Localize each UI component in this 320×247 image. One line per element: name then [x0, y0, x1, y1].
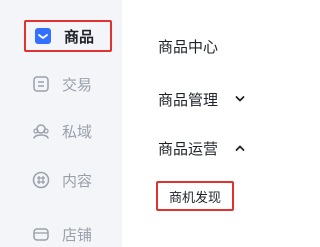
menu-item-label: 商品管理: [158, 90, 219, 109]
sidebar-item-label: 私域: [62, 122, 93, 141]
menu-item-opportunity-discovery[interactable]: 商机发现: [156, 181, 234, 211]
store-icon: [32, 225, 50, 243]
left-navigation: 商品 交易 私域 内容 店铺: [0, 0, 122, 247]
menu-item-label: 商品中心: [158, 37, 219, 56]
chevron-down-icon: [234, 93, 246, 105]
menu-item-label: 商品运营: [158, 139, 219, 158]
menu-item-product-operations[interactable]: 商品运营: [158, 136, 246, 160]
sidebar-item-label: 店铺: [62, 225, 93, 244]
menu-item-product-manage[interactable]: 商品管理: [158, 87, 246, 111]
product-icon: [34, 27, 52, 45]
menu-item-label: 商机发现: [168, 190, 221, 206]
content-icon: [32, 171, 50, 189]
sidebar-item-label: 内容: [62, 171, 93, 190]
sidebar-item-label: 交易: [62, 75, 93, 94]
trade-icon: [32, 75, 50, 93]
chevron-up-icon: [234, 142, 246, 154]
private-domain-icon: [32, 122, 50, 140]
sidebar-item-product[interactable]: 商品: [24, 20, 112, 52]
sidebar-item-store[interactable]: 店铺: [24, 218, 112, 247]
sidebar-item-content[interactable]: 内容: [24, 164, 112, 196]
menu-item-product-center[interactable]: 商品中心: [158, 34, 218, 58]
sidebar-item-label: 商品: [64, 27, 95, 46]
sidebar-item-trade[interactable]: 交易: [24, 68, 112, 100]
submenu-panel: 商品中心 商品管理 商品运营 商机发现: [122, 0, 293, 247]
sidebar-item-private-domain[interactable]: 私域: [24, 115, 112, 147]
